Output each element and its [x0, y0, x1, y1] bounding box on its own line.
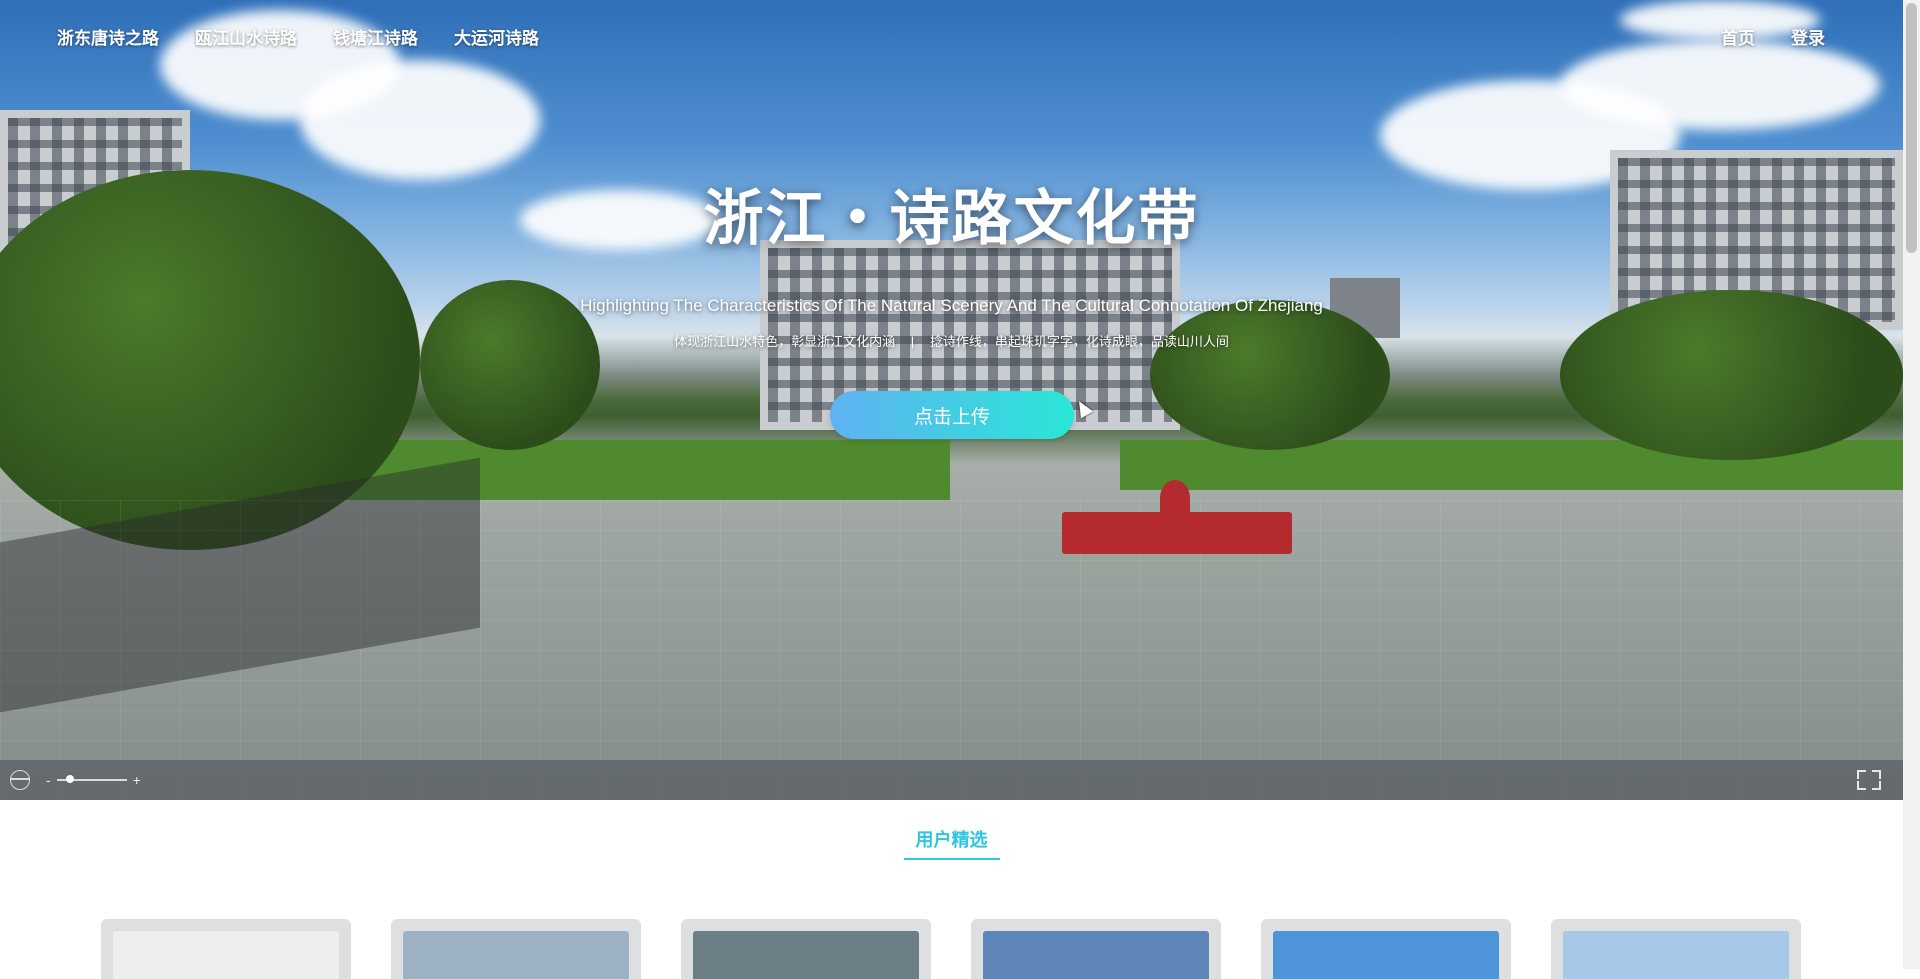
- gallery-card-3[interactable]: [681, 919, 931, 979]
- fullscreen-icon[interactable]: [1857, 770, 1881, 790]
- card-thumbnail: [693, 931, 919, 979]
- gallery-card-5[interactable]: [1261, 919, 1511, 979]
- gyroscope-toggle-icon[interactable]: [0, 760, 40, 800]
- cloud: [300, 60, 540, 180]
- sculpture: [1062, 512, 1292, 554]
- nav-link-grand-canal-poetry-road[interactable]: 大运河诗路: [454, 24, 539, 49]
- card-thumbnail: [983, 931, 1209, 979]
- hero-tagline: 体现浙江山水特色，彰显浙江文化内涵 | 捻诗作线，串起珠玑字字，化诗成眼，品读山…: [0, 331, 1903, 350]
- section-title-underline: [904, 858, 1000, 860]
- nav-link-zhedong-tang-poetry-road[interactable]: 浙东唐诗之路: [57, 24, 159, 49]
- tagline-left: 体现浙江山水特色，彰显浙江文化内涵: [674, 334, 896, 349]
- nav-link-home[interactable]: 首页: [1721, 24, 1755, 49]
- nav-link-login[interactable]: 登录: [1791, 24, 1825, 49]
- card-thumbnail: [113, 931, 339, 979]
- nav-poetry-routes: 浙东唐诗之路 瓯江山水诗路 钱塘江诗路 大运河诗路: [57, 24, 539, 49]
- card-thumbnail: [1563, 931, 1789, 979]
- tagline-right: 捻诗作线，串起珠玑字字，化诗成眼，品读山川人间: [929, 334, 1229, 349]
- hero-subtitle: Highlighting The Characteristics Of The …: [580, 296, 1323, 315]
- gallery-card-6[interactable]: [1551, 919, 1801, 979]
- gallery-card-2[interactable]: [391, 919, 641, 979]
- tagline-separator: |: [910, 334, 915, 349]
- card-thumbnail: [403, 931, 629, 979]
- upload-button[interactable]: 点击上传: [830, 391, 1074, 439]
- tree: [1150, 300, 1390, 450]
- zoom-slider[interactable]: [56, 775, 127, 783]
- sculpture-emblem: [1160, 480, 1190, 516]
- gallery-card-4[interactable]: [971, 919, 1221, 979]
- nav-link-qiantang-river-poetry-road[interactable]: 钱塘江诗路: [333, 24, 418, 49]
- nav-link-oujiang-landscape-poetry-road[interactable]: 瓯江山水诗路: [195, 24, 297, 49]
- zoom-in-button[interactable]: +: [133, 772, 141, 788]
- hero-title: 浙江・诗路文化带: [703, 185, 1200, 252]
- nav-account: 首页 登录: [1721, 24, 1825, 49]
- gallery-card-1[interactable]: [101, 919, 351, 979]
- zoom-out-button[interactable]: -: [46, 772, 51, 788]
- viewer-toolbar: - +: [0, 760, 1903, 800]
- section-title-user-picks: 用户精选: [915, 830, 988, 850]
- scrollbar-thumb[interactable]: [1906, 3, 1917, 253]
- cloud: [1560, 40, 1880, 130]
- card-thumbnail: [1273, 931, 1499, 979]
- zoom-slider-handle[interactable]: [65, 775, 74, 783]
- user-picks-gallery: [101, 919, 1801, 979]
- page-scrollbar[interactable]: [1903, 0, 1920, 969]
